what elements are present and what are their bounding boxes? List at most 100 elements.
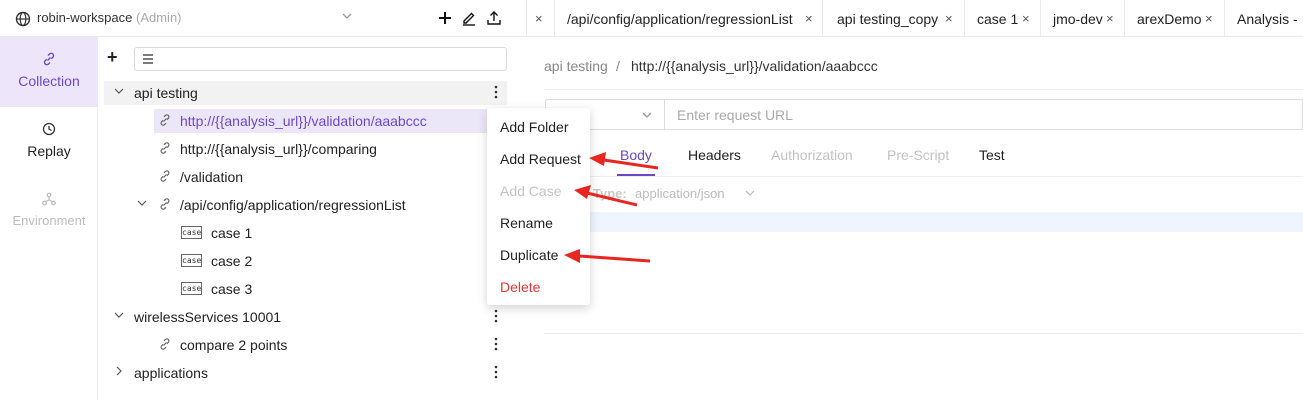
link-icon (160, 170, 170, 182)
menu-delete[interactable]: Delete (500, 279, 540, 295)
breadcrumb-current: http://{{analysis_url}}/validation/aaabc… (631, 58, 878, 74)
link-icon (43, 52, 55, 66)
tree-row-label: compare 2 points (180, 337, 288, 353)
divider (544, 89, 1303, 90)
environment-icon (42, 192, 56, 206)
tree-request-regressionlist[interactable]: /api/config/application/regressionList (104, 193, 507, 217)
tab-label: arexDemo (1137, 11, 1202, 27)
menu-duplicate[interactable]: Duplicate (500, 247, 558, 263)
tab-close-icon[interactable]: × (945, 11, 953, 26)
workspace-name: robin-workspace (37, 10, 133, 25)
tree-row-label: api testing (134, 85, 198, 101)
tree-request-validation-aaabccc[interactable]: http://{{analysis_url}}/validation/aaabc… (154, 109, 487, 133)
link-icon (160, 198, 170, 210)
tab-analysis[interactable]: Analysis - (1225, 0, 1303, 37)
tab-close-icon[interactable]: × (1106, 11, 1114, 26)
chevron-down-icon[interactable] (137, 198, 147, 208)
more-vertical-icon[interactable] (494, 308, 498, 324)
tab-arexdemo[interactable]: arexDemo × (1125, 0, 1225, 37)
tab-label: api testing_copy (837, 11, 939, 27)
breadcrumb-separator: / (616, 58, 620, 74)
workspace-role: (Admin) (136, 10, 182, 25)
menu-add-case[interactable]: Add Case (500, 183, 561, 199)
chevron-down-icon[interactable] (641, 109, 653, 121)
divider (544, 176, 1303, 177)
tab-close-icon[interactable]: × (535, 11, 543, 26)
chevron-down-icon[interactable] (114, 86, 124, 96)
add-collection-button[interactable]: + (107, 48, 118, 66)
globe-icon (15, 11, 31, 27)
workspace-selector[interactable]: robin-workspace (Admin) (37, 10, 182, 25)
link-icon (160, 114, 170, 126)
workspace-header: robin-workspace (Admin) (0, 0, 526, 37)
upload-icon[interactable] (486, 10, 502, 26)
tab-pre-script[interactable]: Pre-Script (887, 147, 949, 163)
tree-folder-wireless-services[interactable]: wirelessServices 10001 (104, 305, 507, 329)
tree-case-2[interactable]: case case 2 (104, 249, 507, 273)
content-type-label: Type: (593, 186, 627, 201)
nav-collection-label: Collection (18, 73, 80, 89)
case-icon: case (181, 282, 202, 295)
tree-case-1[interactable]: case case 1 (104, 221, 507, 245)
nav-replay-label: Replay (27, 143, 71, 159)
tab-api-testing-copy[interactable]: api testing_copy × (823, 0, 965, 37)
tab-close-icon[interactable]: × (1205, 11, 1213, 26)
tree-folder-applications[interactable]: applications (104, 361, 507, 385)
tree-row-label: http://{{analysis_url}}/comparing (180, 141, 377, 157)
breadcrumb-parent[interactable]: api testing (544, 58, 608, 74)
tree-request-validation[interactable]: /validation (104, 165, 507, 189)
tree-row-label: applications (134, 365, 208, 381)
tree-request-comparing[interactable]: http://{{analysis_url}}/comparing (104, 137, 507, 161)
menu-add-request[interactable]: Add Request (500, 151, 581, 167)
left-nav: Collection Replay Environment (0, 37, 98, 400)
more-vertical-icon[interactable] (494, 364, 498, 380)
case-icon: case (181, 254, 202, 267)
chevron-down-icon[interactable] (341, 10, 353, 22)
tree-row-label: case 3 (211, 281, 253, 297)
content-type-select[interactable]: application/json (635, 186, 725, 201)
tab-case-1[interactable]: case 1 × (965, 0, 1041, 37)
plus-icon[interactable] (437, 10, 453, 26)
nav-collection[interactable]: Collection (0, 37, 98, 107)
nav-replay[interactable]: Replay (0, 107, 98, 177)
tab-overflow[interactable]: × (527, 0, 555, 37)
tab-close-icon[interactable]: × (1022, 11, 1030, 26)
tree-folder-api-testing[interactable]: api testing (104, 81, 507, 105)
replay-icon (42, 122, 56, 136)
chevron-down-icon[interactable] (745, 188, 755, 198)
tab-regressionlist[interactable]: /api/config/application/regressionList × (555, 0, 823, 37)
menu-icon (143, 54, 153, 64)
divider (544, 333, 1303, 334)
tree-row-label: case 1 (211, 225, 253, 241)
tab-body[interactable]: Body (620, 147, 652, 163)
link-icon (160, 338, 170, 350)
tree-request-compare-2-points[interactable]: compare 2 points (104, 333, 507, 357)
nav-environment[interactable]: Environment (0, 177, 98, 247)
tab-label: /api/config/application/regressionList (567, 11, 793, 27)
chevron-down-icon[interactable] (114, 310, 124, 320)
link-icon (160, 142, 170, 154)
tree-row-label: /api/config/application/regressionList (180, 197, 406, 213)
tab-label: jmo-dev (1053, 11, 1103, 27)
more-vertical-icon[interactable] (494, 336, 498, 352)
tree-row-label: case 2 (211, 253, 253, 269)
tab-test[interactable]: Test (979, 147, 1005, 163)
tree-row-label: wirelessServices 10001 (134, 309, 282, 325)
case-icon: case (181, 226, 202, 239)
tab-jmo-dev[interactable]: jmo-dev × (1041, 0, 1125, 37)
request-url-placeholder: Enter request URL (677, 107, 793, 123)
tab-authorization[interactable]: Authorization (771, 147, 853, 163)
tree-row-label: /validation (180, 169, 244, 185)
tab-close-icon[interactable]: × (805, 11, 813, 26)
body-editor-active-line[interactable] (544, 212, 1303, 232)
tab-label: Analysis - (1237, 11, 1298, 27)
edit-icon[interactable] (461, 10, 477, 26)
tree-case-3[interactable]: case case 3 (104, 277, 507, 301)
menu-add-folder[interactable]: Add Folder (500, 119, 568, 135)
menu-rename[interactable]: Rename (500, 215, 553, 231)
more-vertical-icon[interactable] (494, 84, 498, 100)
tab-label: case 1 (977, 11, 1019, 27)
tab-headers[interactable]: Headers (688, 147, 741, 163)
chevron-right-icon[interactable] (114, 366, 124, 376)
tree-search-input[interactable] (134, 47, 507, 71)
